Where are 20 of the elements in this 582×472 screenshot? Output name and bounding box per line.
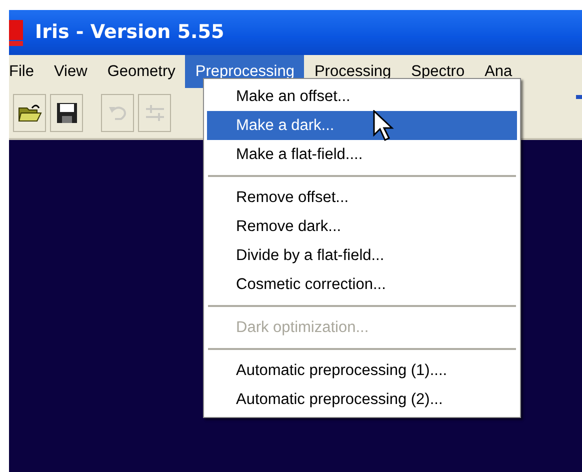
folder-icon — [18, 103, 42, 123]
menu-item[interactable]: View — [44, 55, 98, 88]
undo-icon — [106, 104, 128, 122]
toolbar-icon[interactable] — [574, 92, 582, 102]
cursor-icon — [373, 110, 395, 142]
menu-option[interactable]: Remove dark... — [207, 212, 517, 241]
menu-option[interactable]: Divide by a flat-field... — [207, 241, 517, 270]
menu-item[interactable]: Geometry — [97, 55, 186, 88]
sliders-icon — [144, 103, 166, 123]
app-icon — [9, 20, 23, 46]
menu-item[interactable]: File — [9, 55, 44, 88]
toolbar-button[interactable] — [50, 94, 83, 132]
window-title: Iris - Version 5.55 — [35, 20, 224, 46]
menu-option[interactable]: Make a flat-field.... — [207, 140, 517, 169]
menu-option[interactable]: Make a dark... — [207, 111, 517, 140]
menu-option[interactable]: Remove offset... — [207, 183, 517, 212]
menu-option[interactable]: Automatic preprocessing (1).... — [207, 356, 517, 385]
toolbar-button[interactable] — [13, 94, 46, 132]
menu-option[interactable]: Automatic preprocessing (2)... — [207, 385, 517, 414]
menu-option[interactable]: Cosmetic correction... — [207, 270, 517, 299]
